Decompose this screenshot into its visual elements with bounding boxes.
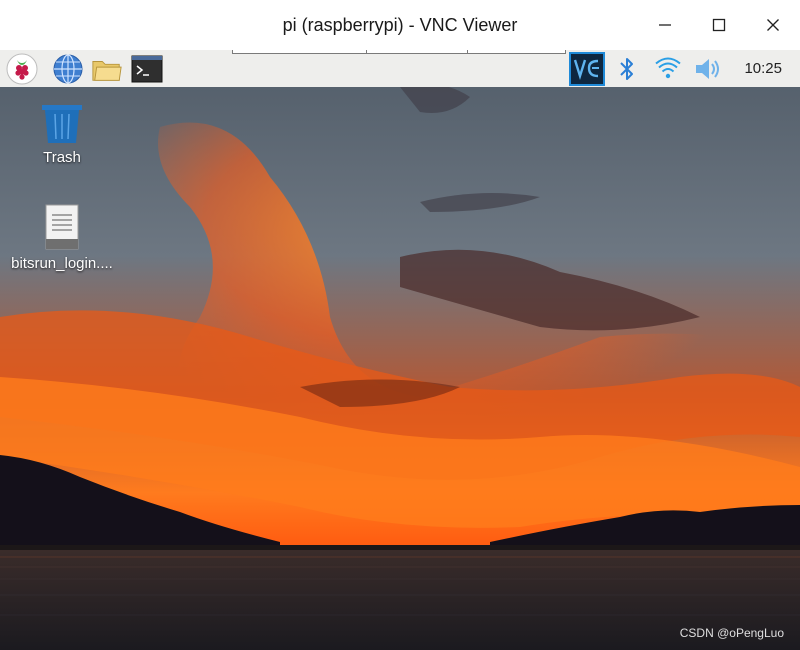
close-button[interactable] — [746, 0, 800, 50]
wifi-tray-button[interactable] — [652, 53, 684, 85]
trash-icon — [42, 105, 82, 143]
window-controls — [638, 0, 800, 50]
watermark: CSDN @oPengLuo — [679, 626, 784, 640]
window-title: pi (raspberrypi) - VNC Viewer — [282, 14, 518, 35]
window-titlebar[interactable]: pi (raspberrypi) - VNC Viewer — [0, 0, 800, 50]
file-manager-button[interactable] — [91, 53, 123, 85]
desktop-icon-label: Trash — [43, 149, 81, 166]
web-browser-icon — [53, 54, 83, 84]
maximize-icon — [712, 18, 726, 32]
raspberry-menu-button[interactable] — [6, 53, 38, 85]
web-browser-button[interactable] — [52, 53, 84, 85]
desktop[interactable]: Trash bitsrun_login.... CSDN @oPengLuo — [0, 87, 800, 650]
maximize-button[interactable] — [692, 0, 746, 50]
wifi-icon — [655, 57, 681, 79]
taskbar: 10:25 — [0, 50, 800, 87]
close-icon — [767, 19, 779, 31]
vnc-icon — [569, 52, 605, 86]
volume-tray-button[interactable] — [692, 53, 724, 85]
taskbar-window-list[interactable] — [232, 50, 566, 54]
desktop-icon-trash[interactable]: Trash — [2, 101, 122, 166]
file-icon — [45, 204, 79, 250]
desktop-icon-bitsrun-login[interactable]: bitsrun_login.... — [2, 203, 122, 272]
minimize-icon — [659, 24, 671, 26]
raspberry-menu-icon — [6, 53, 38, 85]
terminal-icon — [131, 55, 163, 83]
taskbar-clock[interactable]: 10:25 — [744, 50, 782, 87]
terminal-button[interactable] — [131, 53, 163, 85]
sunset-wallpaper — [0, 87, 800, 650]
volume-icon — [696, 59, 719, 79]
vnc-tray-button[interactable] — [569, 52, 605, 86]
file-manager-icon — [92, 61, 122, 81]
bluetooth-icon — [620, 58, 633, 80]
minimize-button[interactable] — [638, 0, 692, 50]
desktop-icon-label: bitsrun_login.... — [11, 255, 113, 272]
bluetooth-tray-button[interactable] — [611, 53, 643, 85]
